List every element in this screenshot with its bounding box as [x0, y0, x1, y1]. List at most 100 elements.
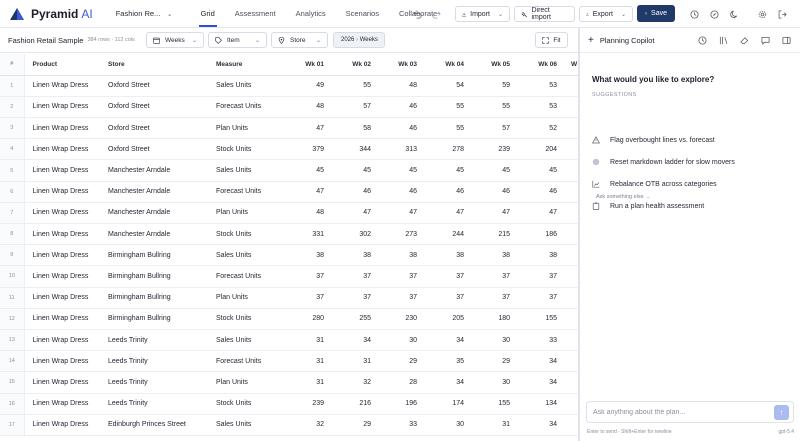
- cell-value[interactable]: 244: [425, 223, 472, 246]
- cell-value[interactable]: 48: [379, 75, 425, 97]
- cell-value[interactable]: 47: [472, 202, 518, 225]
- panel-toggle-icon[interactable]: [780, 34, 792, 46]
- cell-value[interactable]: 379: [286, 138, 332, 161]
- logout-icon[interactable]: [775, 7, 789, 21]
- cell-store[interactable]: Oxford Street: [100, 75, 208, 97]
- cell-store[interactable]: Leeds Trinity: [100, 371, 208, 394]
- cell-product[interactable]: Linen Wrap Dress: [24, 202, 100, 225]
- cell-value[interactable]: 48: [286, 96, 332, 119]
- cell-value[interactable]: 239: [286, 393, 332, 415]
- cell-measure[interactable]: Forecast Units: [208, 265, 286, 288]
- cell-value[interactable]: 34: [518, 414, 565, 436]
- cell-value[interactable]: 239: [472, 138, 518, 161]
- cell-value[interactable]: 302: [332, 223, 379, 246]
- cell-value[interactable]: 29: [379, 350, 425, 373]
- import-button[interactable]: Import ⌄: [455, 6, 510, 22]
- period-breadcrumb[interactable]: 2026 › Weeks: [333, 32, 385, 48]
- table-row[interactable]: 6 Linen Wrap Dress Manchester Arndale Forec…: [0, 181, 578, 203]
- cell-value[interactable]: 47: [518, 202, 565, 225]
- cell-store[interactable]: Oxford Street: [100, 96, 208, 119]
- tab-analytics[interactable]: Analytics: [286, 0, 336, 28]
- cell-value[interactable]: [565, 159, 578, 182]
- cell-value[interactable]: 58: [332, 117, 379, 140]
- document-title[interactable]: Fashion Re...: [116, 9, 164, 18]
- cell-value[interactable]: 196: [379, 393, 425, 415]
- cell-value[interactable]: [565, 244, 578, 267]
- cell-value[interactable]: [565, 371, 578, 394]
- cell-value[interactable]: 31: [472, 414, 518, 436]
- data-grid[interactable]: # Product Store Measure Wk 01 Wk 02 Wk 0…: [0, 54, 578, 441]
- cell-measure[interactable]: Plan Units: [208, 371, 286, 394]
- cell-value[interactable]: 34: [332, 329, 379, 352]
- time-granularity-select[interactable]: Weeks ⌄: [146, 32, 204, 48]
- cell-value[interactable]: 37: [425, 287, 472, 309]
- tab-assessment[interactable]: Assessment: [225, 0, 286, 28]
- cell-measure[interactable]: Stock Units: [208, 308, 286, 330]
- cell-value[interactable]: 37: [518, 287, 565, 309]
- cell-measure[interactable]: Stock Units: [208, 138, 286, 161]
- cell-product[interactable]: Linen Wrap Dress: [24, 371, 100, 394]
- cell-value[interactable]: 35: [425, 350, 472, 373]
- cell-value[interactable]: 255: [332, 308, 379, 330]
- table-row[interactable]: 4 Linen Wrap Dress Oxford Street Stock Unit…: [0, 138, 578, 161]
- cell-measure[interactable]: Plan Units: [208, 287, 286, 309]
- cell-product[interactable]: Linen Wrap Dress: [24, 96, 100, 119]
- cell-value[interactable]: 46: [472, 181, 518, 203]
- cell-value[interactable]: 53: [518, 75, 565, 97]
- cell-value[interactable]: 34: [518, 371, 565, 394]
- cell-value[interactable]: 230: [379, 308, 425, 330]
- library-icon[interactable]: [717, 34, 729, 46]
- cell-value[interactable]: 30: [472, 371, 518, 394]
- cell-product[interactable]: Linen Wrap Dress: [24, 181, 100, 203]
- cell-value[interactable]: 47: [286, 181, 332, 203]
- cell-value[interactable]: 31: [286, 329, 332, 352]
- cell-value[interactable]: 34: [425, 371, 472, 394]
- cell-product[interactable]: Linen Wrap Dress: [24, 265, 100, 288]
- copilot-input[interactable]: [587, 408, 767, 416]
- cell-product[interactable]: Linen Wrap Dress: [24, 308, 100, 330]
- cell-store[interactable]: Leeds Trinity: [100, 393, 208, 415]
- tab-scenarios[interactable]: Scenarios: [336, 0, 389, 28]
- cell-measure[interactable]: Forecast Units: [208, 96, 286, 119]
- cell-value[interactable]: 180: [472, 308, 518, 330]
- cell-value[interactable]: 55: [425, 96, 472, 119]
- cell-store[interactable]: Manchester Arndale: [100, 202, 208, 225]
- cell-value[interactable]: 45: [472, 159, 518, 182]
- cell-value[interactable]: 47: [425, 202, 472, 225]
- table-row[interactable]: 14 Linen Wrap Dress Leeds Trinity Forecast …: [0, 350, 578, 373]
- app-logo[interactable]: Pyramid AI: [10, 7, 93, 21]
- cell-store[interactable]: Oxford Street: [100, 117, 208, 140]
- cell-value[interactable]: 46: [518, 181, 565, 203]
- new-chat-plus-icon[interactable]: +: [588, 35, 594, 46]
- table-row[interactable]: 1 Linen Wrap Dress Oxford Street Sales Unit…: [0, 75, 578, 97]
- cell-value[interactable]: [565, 393, 578, 415]
- ask-something-else-link[interactable]: Ask something else →: [596, 194, 651, 200]
- column-header-week[interactable]: Wk 03: [379, 54, 425, 76]
- cell-measure[interactable]: Stock Units: [208, 223, 286, 246]
- cell-value[interactable]: 155: [472, 393, 518, 415]
- compass-icon[interactable]: [707, 7, 721, 21]
- send-button[interactable]: ↑: [774, 405, 789, 420]
- column-header-week[interactable]: Wk 05: [472, 54, 518, 76]
- cell-value[interactable]: 31: [286, 350, 332, 373]
- cell-value[interactable]: 48: [286, 202, 332, 225]
- cell-measure[interactable]: Stock Units: [208, 393, 286, 415]
- cell-product[interactable]: Linen Wrap Dress: [24, 223, 100, 246]
- redo-icon[interactable]: [429, 7, 443, 21]
- cell-value[interactable]: 45: [286, 159, 332, 182]
- cell-value[interactable]: 33: [518, 329, 565, 352]
- cell-value[interactable]: 46: [379, 117, 425, 140]
- save-button[interactable]: Save: [637, 5, 675, 22]
- cell-value[interactable]: [565, 329, 578, 352]
- cell-measure[interactable]: Forecast Units: [208, 350, 286, 373]
- table-row[interactable]: 13 Linen Wrap Dress Leeds Trinity Sales Uni…: [0, 329, 578, 352]
- cell-value[interactable]: 37: [472, 265, 518, 288]
- suggestion-reset-markdown[interactable]: Reset markdown ladder for slow movers: [592, 154, 792, 170]
- eraser-icon[interactable]: [738, 34, 750, 46]
- cell-store[interactable]: Edinburgh Princes Street: [100, 414, 208, 436]
- cell-measure[interactable]: Sales Units: [208, 329, 286, 352]
- cell-value[interactable]: [565, 202, 578, 225]
- cell-value[interactable]: 55: [332, 75, 379, 97]
- suggestion-flag-overbought[interactable]: Flag overbought lines vs. forecast: [592, 132, 792, 148]
- table-row[interactable]: 2 Linen Wrap Dress Oxford Street Forecast U…: [0, 96, 578, 119]
